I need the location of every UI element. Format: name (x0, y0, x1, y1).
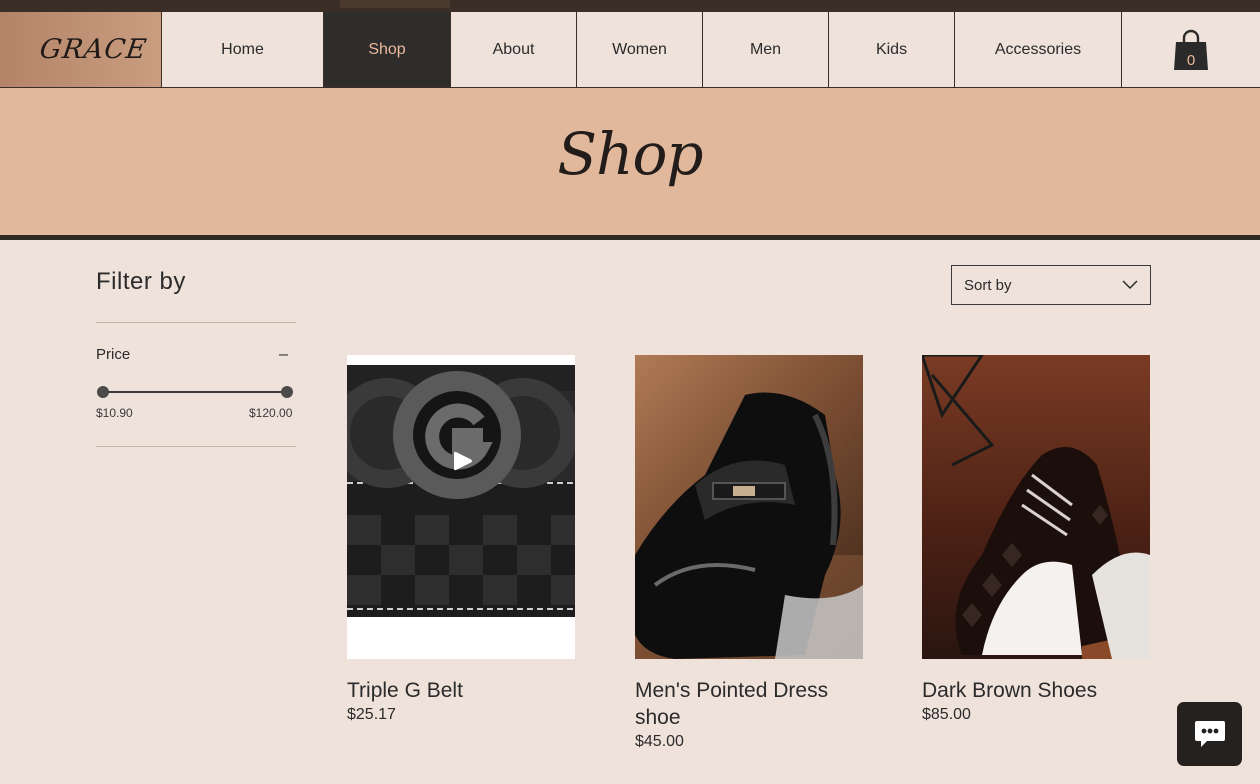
price-min-value: $10.90 (96, 406, 133, 420)
sort-dropdown[interactable]: Sort by (951, 265, 1151, 305)
brand-logo[interactable]: GRACE (0, 12, 162, 87)
nav-label: Women (612, 40, 667, 58)
collapse-price-button[interactable]: – (279, 346, 288, 364)
price-min-handle[interactable] (97, 386, 109, 398)
product-price: $25.17 (347, 706, 396, 723)
cart-count: 0 (1187, 52, 1195, 69)
product-name[interactable]: Men's Pointed Dress shoe (635, 677, 863, 731)
page-title: Shop (557, 120, 703, 188)
filter-title: Filter by (96, 268, 186, 295)
belt-illustration (347, 365, 575, 617)
product-card[interactable]: Triple G Belt $25.17 (347, 355, 575, 724)
nav-men[interactable]: Men (703, 12, 829, 87)
nav-about[interactable]: About (451, 12, 577, 87)
nav-home[interactable]: Home (162, 12, 324, 87)
hero-banner: Shop (0, 88, 1260, 240)
price-max-value: $120.00 (249, 406, 293, 420)
filter-divider (96, 322, 296, 323)
play-icon[interactable] (453, 450, 473, 472)
nav-label: Home (221, 40, 264, 58)
price-filter-label[interactable]: Price (96, 346, 130, 363)
product-price: $85.00 (922, 706, 971, 723)
product-image-belt[interactable] (347, 355, 575, 659)
logo-text: GRACE (37, 34, 149, 65)
nav-label: Accessories (994, 40, 1082, 58)
nav-label: Shop (368, 40, 406, 58)
nav-label: Kids (875, 40, 908, 58)
chat-button[interactable] (1177, 702, 1242, 766)
product-price: $45.00 (635, 733, 684, 750)
nav-women[interactable]: Women (577, 12, 703, 87)
chevron-down-icon (1122, 280, 1138, 290)
nav-kids[interactable]: Kids (829, 12, 955, 87)
price-max-handle[interactable] (281, 386, 293, 398)
chat-bubble-icon (1194, 721, 1225, 747)
product-card[interactable]: Men's Pointed Dress shoe $45.00 (635, 355, 863, 751)
dress-shoe-illustration (635, 392, 863, 659)
price-slider-track[interactable] (103, 391, 287, 393)
product-image-dress-shoe[interactable] (635, 355, 863, 659)
product-name[interactable]: Triple G Belt (347, 677, 575, 704)
sort-label: Sort by (964, 276, 1012, 294)
nav-label: Men (749, 40, 782, 58)
top-strip (0, 0, 1260, 12)
shopping-bag-icon: 0 (1174, 29, 1208, 70)
nav-accessories[interactable]: Accessories (955, 12, 1122, 87)
brown-shoe-illustration (922, 355, 1150, 659)
product-image-brown-shoes[interactable] (922, 355, 1150, 659)
nav-label: About (492, 40, 535, 58)
cart-button[interactable]: 0 (1122, 12, 1260, 87)
product-name[interactable]: Dark Brown Shoes (922, 677, 1150, 704)
nav-shop[interactable]: Shop (324, 12, 451, 87)
filter-divider (96, 446, 296, 447)
site-header: GRACE Home Shop About Women Men Kids Acc… (0, 12, 1260, 88)
product-card[interactable]: Dark Brown Shoes $85.00 (922, 355, 1150, 724)
